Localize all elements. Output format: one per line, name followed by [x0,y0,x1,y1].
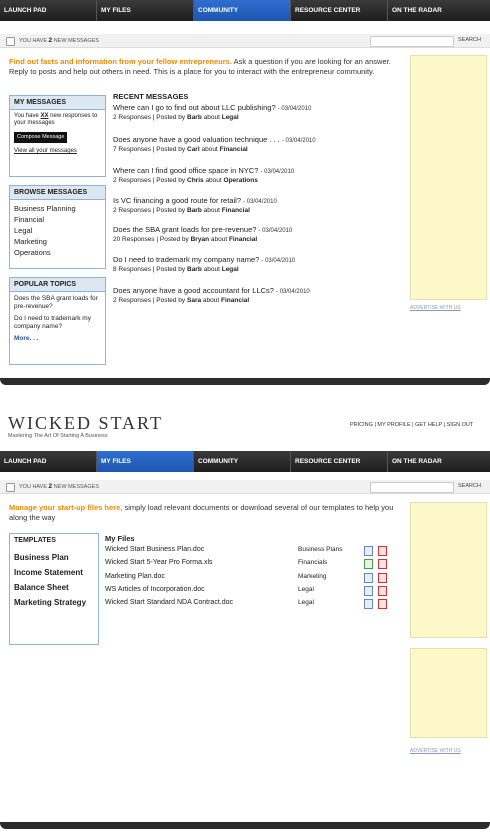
files-intro: Manage your start-up files here, simply … [9,503,394,522]
nav-my-files[interactable]: MY FILES [97,451,194,472]
browse-legal[interactable]: Legal [14,225,101,236]
section-divider [0,822,490,829]
nav-my-files[interactable]: MY FILES [97,0,194,21]
pdf-icon[interactable] [378,573,387,583]
file-row[interactable]: Wicked Start 5-Year Pro Forma.xls Financi… [105,559,395,566]
search-button[interactable]: SEARCH [458,483,481,489]
tagline: Mastering The Art Of Starting A Business [8,433,108,439]
pdf-icon[interactable] [378,599,387,609]
popular-topic-item[interactable]: Do I need to trademark my company name? [14,315,101,331]
nav-community[interactable]: COMMUNITY [194,0,291,21]
templates-title: TEMPLATES [10,534,98,547]
template-business-plan[interactable]: Business Plan [14,550,94,565]
nav-resource-center[interactable]: RESOURCE CENTER [291,451,388,472]
browse-business-planning[interactable]: Business Planning [14,203,101,214]
new-messages-notice[interactable]: YOU HAVE 2 NEW MESSAGES [19,37,99,44]
message-item[interactable]: Do I need to trademark my company name? … [113,255,403,273]
message-checkbox[interactable] [6,37,15,46]
file-row[interactable]: Wicked Start Standard NDA Contract.doc Le… [105,599,395,606]
wicked-start-logo[interactable]: WICKED START [8,413,163,434]
my-messages-title: MY MESSAGES [10,96,105,110]
browse-marketing[interactable]: Marketing [14,236,101,247]
search-input[interactable] [370,482,454,493]
new-messages-notice[interactable]: YOU HAVE 2 NEW MESSAGES [19,483,99,490]
nav-launch-pad[interactable]: LAUNCH PAD [0,451,97,472]
notice-bar: YOU HAVE 2 NEW MESSAGES SEARCH [0,480,490,494]
browse-operations[interactable]: Operations [14,247,101,258]
search-button[interactable]: SEARCH [458,37,481,43]
browse-messages-title: BROWSE MESSAGES [10,186,105,200]
my-files-title: My Files [105,534,135,543]
main-nav: LAUNCH PAD MY FILES COMMUNITY RESOURCE C… [0,451,490,472]
message-item[interactable]: Does anyone have a good accountant for L… [113,286,403,304]
template-marketing-strategy[interactable]: Marketing Strategy [14,595,94,610]
advertise-link[interactable]: ADVERTISE WITH US [410,305,461,311]
templates-box: TEMPLATES Business Plan Income Statement… [9,533,99,645]
more-topics-link[interactable]: More. . . [14,335,101,343]
popular-topics-title: POPULAR TOPICS [10,278,105,292]
message-checkbox[interactable] [6,483,15,492]
browse-messages-box: BROWSE MESSAGES Business Planning Financ… [9,185,106,269]
file-row[interactable]: Wicked Start Business Plan.doc Business P… [105,546,395,553]
excel-icon[interactable] [364,559,373,569]
account-links[interactable]: PRICING | MY PROFILE | GET HELP | SIGN O… [350,422,473,428]
section-divider [0,378,490,385]
template-balance-sheet[interactable]: Balance Sheet [14,580,94,595]
pdf-icon[interactable] [378,559,387,569]
word-icon[interactable] [364,599,373,609]
advertise-link[interactable]: ADVERTISE WITH US [410,748,461,754]
compose-message-button[interactable]: Compose Message [14,132,68,143]
nav-on-the-radar[interactable]: ON THE RADAR [388,0,490,21]
my-messages-box: MY MESSAGES You have XX new responses to… [9,95,106,177]
nav-launch-pad[interactable]: LAUNCH PAD [0,0,97,21]
template-income-statement[interactable]: Income Statement [14,565,94,580]
main-nav: LAUNCH PAD MY FILES COMMUNITY RESOURCE C… [0,0,490,21]
nav-on-the-radar[interactable]: ON THE RADAR [388,451,490,472]
message-item[interactable]: Does the SBA grant loads for pre-revenue… [113,225,403,243]
word-icon[interactable] [364,573,373,583]
ad-banner[interactable] [410,502,487,638]
ad-banner[interactable] [410,55,487,300]
notice-bar: YOU HAVE 2 NEW MESSAGES SEARCH [0,34,490,48]
pdf-icon[interactable] [378,586,387,596]
message-item[interactable]: Where can I go to find out about LLC pub… [113,103,403,121]
file-row[interactable]: Marketing Plan.doc Marketing [105,573,395,580]
popular-topic-item[interactable]: Does the SBA grant loads for pre-revenue… [14,295,101,311]
file-row[interactable]: WS Articles of Incorporation.doc Legal [105,586,395,593]
nav-community[interactable]: COMMUNITY [194,451,291,472]
ad-banner[interactable] [410,648,487,738]
popular-topics-box: POPULAR TOPICS Does the SBA grant loads … [9,277,106,365]
nav-resource-center[interactable]: RESOURCE CENTER [291,0,388,21]
message-item[interactable]: Does anyone have a good valuation techni… [113,135,403,153]
view-all-messages-link[interactable]: View all your messages [14,148,101,155]
message-item[interactable]: Is VC financing a good route for retail?… [113,196,403,214]
word-icon[interactable] [364,546,373,556]
community-intro: Find out facts and information from your… [9,57,391,76]
search-input[interactable] [370,36,454,47]
browse-financial[interactable]: Financial [14,214,101,225]
word-icon[interactable] [364,586,373,596]
recent-messages-title: RECENT MESSAGES [113,92,189,101]
message-item[interactable]: Where can I find good office space in NY… [113,166,403,184]
pdf-icon[interactable] [378,546,387,556]
